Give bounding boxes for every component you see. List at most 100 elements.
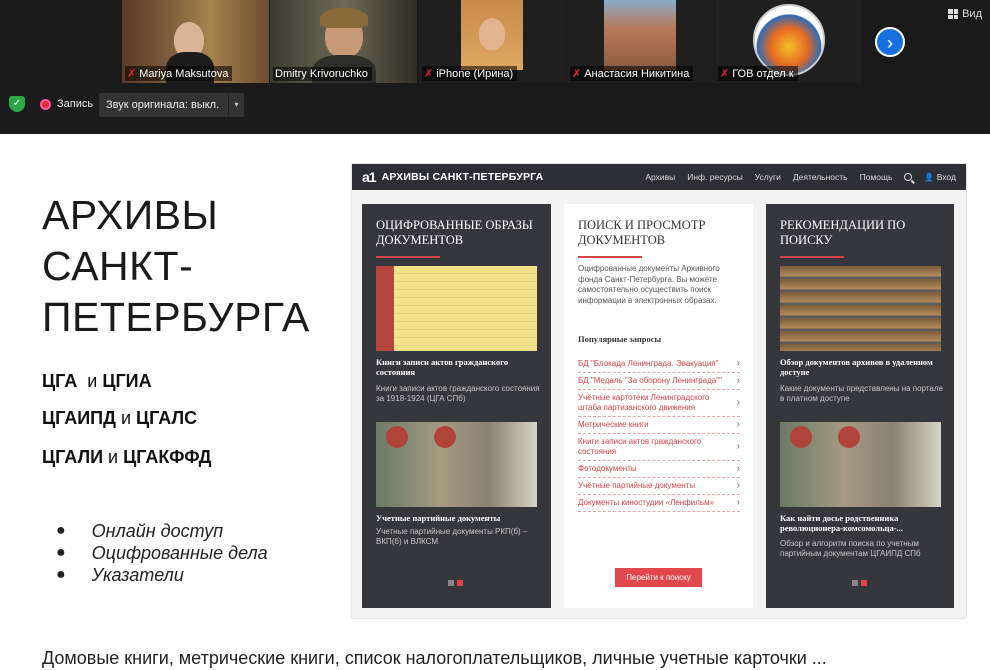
participant-name: Mariya Maksutova	[139, 67, 229, 80]
item-title: Книги записи актов гражданского состояни…	[376, 357, 509, 377]
nav-link: Инф. ресурсы	[687, 172, 743, 182]
red-divider	[780, 256, 844, 258]
search-icon	[904, 173, 913, 181]
participant-tile-2[interactable]: Dmitry Krivoruchko	[270, 0, 417, 83]
item-description: Обзор и алгоритм поиска по учетным парти…	[780, 539, 921, 558]
zoom-window: ✗ Mariya Maksutova Dmitry Krivoruchko ✗ iP…	[0, 0, 990, 670]
archive-shelves-image	[780, 266, 941, 351]
slide-title-line: АРХИВЫ	[42, 192, 219, 238]
participant-tile-3[interactable]: ✗ iPhone (Ирина)	[419, 0, 566, 83]
query-link: Документы киностудии «Ленфильм» ›	[578, 495, 740, 512]
item-description: Какие документы представлены на портале …	[780, 384, 943, 403]
chevron-right-icon: ›	[736, 463, 740, 474]
site-name: АРХИВЫ САНКТ-ПЕТЕРБУРГА	[381, 171, 544, 183]
query-link: БД "Медаль "За оборону Ленинграда"" ›	[578, 373, 740, 390]
go-to-search-button: Перейти к поиску	[615, 568, 702, 587]
query-text: Метрические книги	[578, 420, 649, 429]
recording-label: Запись	[57, 98, 94, 110]
participant-tile-1[interactable]: ✗ Mariya Maksutova	[122, 0, 269, 83]
item-title: Обзор документов архивов в удаленном дос…	[780, 357, 933, 377]
site-navbar: a1 АРХИВЫ САНКТ-ПЕТЕРБУРГА Архивы Инф. р…	[352, 164, 966, 190]
popular-queries-list: БД "Блокада Ленинграда. Эвакуация" › БД "…	[578, 356, 740, 512]
participant-strip: ✗ Mariya Maksutova Dmitry Krivoruchko ✗ iP…	[0, 0, 990, 88]
search-documents-panel: Поиск и просмотр документов Оцифрованные…	[564, 204, 753, 608]
archive-abbr: ЦГАКФФД	[123, 447, 212, 467]
archive-abbr: ЦГИА	[102, 371, 152, 391]
next-participants-button[interactable]: ›	[875, 27, 905, 57]
chevron-right-icon: ›	[736, 480, 740, 491]
query-link: Фотодокументы ›	[578, 461, 740, 478]
bullet-item: ● Онлайн доступ	[56, 520, 268, 542]
shield-check: ✓	[12, 98, 22, 109]
chevron-right-icon: ›	[736, 358, 740, 369]
query-link: Метрические книги ›	[578, 417, 740, 434]
chevron-right-icon: ›	[736, 497, 740, 508]
pager-dot-active	[861, 580, 867, 586]
query-text: Фотодокументы	[578, 464, 637, 473]
view-button[interactable]: Вид	[948, 8, 982, 20]
building-photo	[604, 0, 676, 70]
slide-title: АРХИВЫ САНКТ- ПЕТЕРБУРГА	[42, 190, 310, 343]
party-card-image	[376, 422, 537, 507]
grid-view-icon	[948, 9, 959, 19]
participant-name: iPhone (Ирина)	[436, 67, 514, 80]
pager-dot-active	[457, 580, 463, 586]
original-sound-label: Звук оригинала: выкл.	[106, 99, 220, 111]
chevron-right-icon: ›	[736, 375, 740, 386]
mic-muted-icon: ✗	[424, 68, 434, 80]
mic-muted-icon: ✗	[127, 68, 137, 80]
slide-title-line: ПЕТЕРБУРГА	[42, 294, 310, 340]
popular-queries-label: Популярные запросы	[578, 334, 662, 344]
panel-intro: Оцифрованные документы Архивного фонда С…	[578, 264, 720, 305]
query-link: Учётные партийные документы ›	[578, 478, 740, 495]
login-link: 👤 Вход	[924, 172, 956, 182]
slide-footer-text: Домовые книги, метрические книги, список…	[42, 648, 827, 668]
participant-name-tag: Dmitry Krivoruchko	[273, 67, 372, 81]
nav-link: Услуги	[754, 172, 781, 182]
item-description: Книги записи актов гражданского состояни…	[376, 384, 540, 403]
mic-muted-icon: ✗	[572, 68, 582, 80]
emblem-icon	[790, 426, 812, 448]
nav-link: Деятельность	[792, 172, 848, 182]
shared-slide: АРХИВЫ САНКТ- ПЕТЕРБУРГА ЦГА и ЦГИА ЦГАИ…	[0, 134, 990, 670]
participant-tile-5[interactable]: ✗ ГОВ отдел к	[715, 0, 862, 83]
red-divider	[376, 256, 440, 258]
panel-title: Оцифрованные образы документов	[376, 218, 533, 247]
nav-link: Помощь	[859, 172, 893, 182]
participant-tile-4[interactable]: ✗ Анастасия Никитина	[567, 0, 714, 83]
participant-name-tag: ✗ Анастасия Никитина	[570, 66, 694, 81]
archive-website-screenshot: a1 АРХИВЫ САНКТ-ПЕТЕРБУРГА Архивы Инф. р…	[352, 164, 966, 618]
mic-muted-icon: ✗	[720, 68, 730, 80]
query-link: Учётные картотеки Ленинградского штаба п…	[578, 390, 740, 417]
user-icon: 👤	[924, 173, 935, 182]
participant-face	[479, 18, 505, 50]
slide-title-line: САНКТ-	[42, 243, 194, 289]
query-link: БД "Блокада Ленинграда. Эвакуация" ›	[578, 356, 740, 373]
bullet-text: Указатели	[91, 565, 184, 585]
carousel-pager	[448, 580, 463, 586]
shield-icon[interactable]: ✓	[9, 96, 25, 112]
archive-abbr: ЦГА	[42, 371, 78, 391]
digitized-documents-panel: Оцифрованные образы документов Книги зап…	[362, 204, 551, 608]
item-description: Учетные партийные документы РКП(б) – ВКП…	[376, 527, 528, 546]
login-label: Вход	[936, 172, 956, 182]
original-sound-toggle[interactable]: Звук оригинала: выкл. ▾	[99, 93, 244, 117]
bullet-dot: ●	[56, 522, 66, 539]
participant-name-tag: ✗ iPhone (Ирина)	[422, 66, 518, 81]
record-icon	[40, 98, 51, 110]
participant-name: Dmitry Krivoruchko	[275, 68, 368, 80]
book-margin	[376, 266, 394, 351]
site-logo: a1	[362, 169, 377, 185]
bullet-text: Онлайн доступ	[91, 521, 224, 541]
bullet-dot: ●	[56, 566, 66, 583]
participant-name: ГОВ отдел к	[732, 67, 794, 80]
recording-indicator[interactable]: Запись	[40, 98, 93, 110]
bullet-item: ● Оцифрованные дела	[56, 542, 268, 564]
chevron-right-icon: ›	[887, 33, 893, 53]
chevron-down-icon[interactable]: ▾	[228, 93, 244, 117]
emblem-icon	[434, 426, 456, 448]
participant-hair	[320, 8, 368, 28]
participant-name-tag: ✗ Mariya Maksutova	[125, 66, 233, 81]
chevron-right-icon: ›	[736, 397, 740, 408]
query-text: Учётные партийные документы	[578, 481, 696, 490]
